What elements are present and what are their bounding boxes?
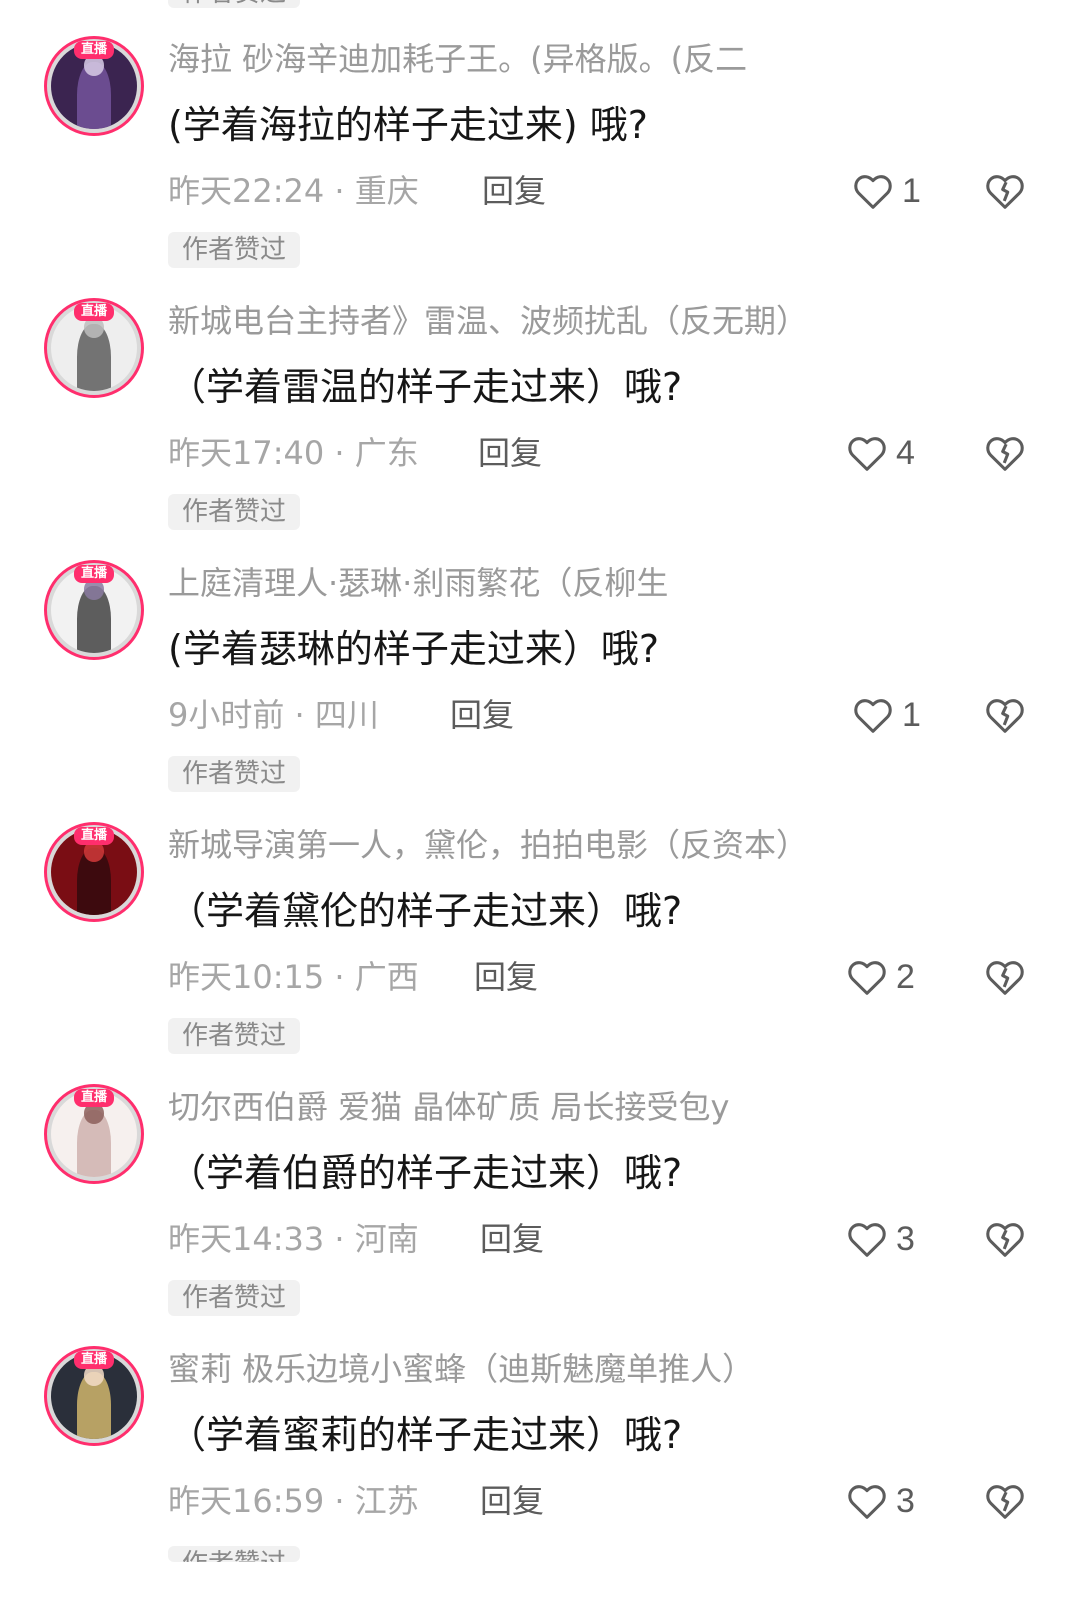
- heart-icon: [854, 175, 892, 209]
- comment-nickname[interactable]: 新城导演第一人，黛伦，拍拍电影（反资本）: [168, 824, 1028, 866]
- heart-icon: [848, 961, 886, 995]
- comment-text: (学着瑟琳的样子走过来）哦?: [168, 627, 659, 671]
- live-badge: 直播: [73, 41, 115, 59]
- live-badge: 直播: [73, 827, 115, 845]
- comment-text: （学着雷温的样子走过来）哦?: [168, 365, 683, 409]
- heart-icon: [848, 437, 886, 471]
- like-count: 1: [902, 696, 921, 734]
- comment-item: 直播 新城电台主持者》雷温、波频扰乱（反无期） （学着雷温的样子走过来）哦? 昨…: [0, 298, 1079, 560]
- heart-icon: [848, 1223, 886, 1257]
- broken-heart-icon[interactable]: [982, 692, 1028, 738]
- comment-time-location: 9小时前 · 四川: [168, 696, 379, 734]
- comment-nickname[interactable]: 海拉 砂海辛迪加耗子王。(异格版。(反二: [168, 38, 1028, 80]
- avatar[interactable]: 直播: [44, 298, 144, 398]
- comment-nickname[interactable]: 上庭清理人·瑟琳·刹雨繁花（反柳生: [168, 562, 1028, 604]
- avatar[interactable]: 直播: [44, 822, 144, 922]
- reply-button[interactable]: 回复: [482, 170, 546, 212]
- comment-item: 直播 上庭清理人·瑟琳·刹雨繁花（反柳生 (学着瑟琳的样子走过来）哦? 9小时前…: [0, 560, 1079, 822]
- broken-heart-icon[interactable]: [982, 1478, 1028, 1524]
- author-liked-badge: 作者赞过: [168, 1018, 300, 1054]
- broken-heart-icon[interactable]: [982, 430, 1028, 476]
- live-badge: 直播: [73, 565, 115, 583]
- comment-nickname[interactable]: 蜜莉 极乐边境小蜜蜂（迪斯魅魔单推人）: [168, 1348, 1028, 1390]
- heart-icon: [848, 1485, 886, 1519]
- comment-item: 直播 切尔西伯爵 爱猫 晶体矿质 局长接受包y （学着伯爵的样子走过来）哦? 昨…: [0, 1084, 1079, 1346]
- live-badge: 直播: [73, 303, 115, 321]
- comment-nickname[interactable]: 切尔西伯爵 爱猫 晶体矿质 局长接受包y: [168, 1086, 1028, 1128]
- author-liked-badge: 作者赞过: [168, 1280, 300, 1316]
- reply-button[interactable]: 回复: [474, 956, 538, 998]
- comment-time-location: 昨天14:33 · 河南: [168, 1220, 419, 1258]
- reply-button[interactable]: 回复: [478, 432, 542, 474]
- avatar[interactable]: 直播: [44, 560, 144, 660]
- like-count: 3: [896, 1482, 915, 1520]
- comment-text: （学着黛伦的样子走过来）哦?: [168, 889, 683, 933]
- like-count: 1: [902, 172, 921, 210]
- comment-time-location: 昨天22:24 · 重庆: [168, 172, 419, 210]
- author-liked-badge: 作者赞过: [168, 494, 300, 530]
- author-liked-badge: 作者赞过: [168, 1546, 300, 1562]
- broken-heart-icon[interactable]: [982, 954, 1028, 1000]
- comment-text: (学着海拉的样子走过来) 哦?: [168, 103, 648, 147]
- like-count: 3: [896, 1220, 915, 1258]
- live-badge: 直播: [73, 1089, 115, 1107]
- live-badge: 直播: [73, 1351, 115, 1369]
- reply-button[interactable]: 回复: [480, 1480, 544, 1522]
- avatar[interactable]: 直播: [44, 1346, 144, 1446]
- comment-item: 直播 蜜莉 极乐边境小蜜蜂（迪斯魅魔单推人） （学着蜜莉的样子走过来）哦? 昨天…: [0, 1346, 1079, 1608]
- like-count: 2: [896, 958, 915, 996]
- comment-nickname[interactable]: 新城电台主持者》雷温、波频扰乱（反无期）: [168, 300, 1028, 342]
- like-count: 4: [896, 434, 915, 472]
- broken-heart-icon[interactable]: [982, 168, 1028, 214]
- comment-text: （学着蜜莉的样子走过来）哦?: [168, 1413, 683, 1457]
- avatar[interactable]: 直播: [44, 36, 144, 136]
- avatar[interactable]: 直播: [44, 1084, 144, 1184]
- comment-item: 直播 新城导演第一人，黛伦，拍拍电影（反资本） （学着黛伦的样子走过来）哦? 昨…: [0, 822, 1079, 1084]
- broken-heart-icon[interactable]: [982, 1216, 1028, 1262]
- author-liked-badge: 作者赞过: [168, 232, 300, 268]
- comment-text: （学着伯爵的样子走过来）哦?: [168, 1151, 683, 1195]
- heart-icon: [854, 699, 892, 733]
- comment-time-location: 昨天16:59 · 江苏: [168, 1482, 419, 1520]
- author-liked-badge: 作者赞过: [168, 0, 300, 8]
- comment-time-location: 昨天10:15 · 广西: [168, 958, 419, 996]
- reply-button[interactable]: 回复: [450, 694, 514, 736]
- comment-time-location: 昨天17:40 · 广东: [168, 434, 419, 472]
- comment-item: 直播 海拉 砂海辛迪加耗子王。(异格版。(反二 (学着海拉的样子走过来) 哦? …: [0, 36, 1079, 298]
- author-liked-badge: 作者赞过: [168, 756, 300, 792]
- reply-button[interactable]: 回复: [480, 1218, 544, 1260]
